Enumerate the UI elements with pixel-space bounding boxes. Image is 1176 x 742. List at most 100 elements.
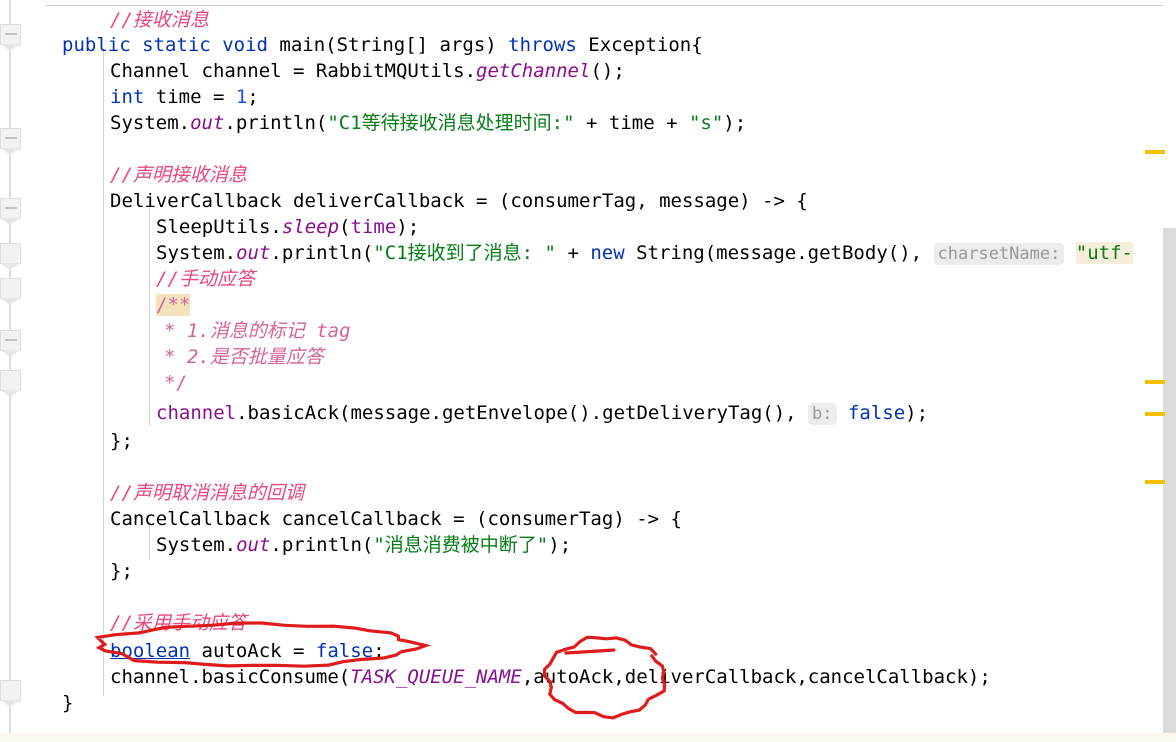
code-token-kw: false — [847, 402, 906, 424]
code-token-txt: + time + — [574, 112, 689, 134]
code-token-statf: TASK_QUEUE_NAME — [350, 666, 522, 688]
fold-marker-7[interactable] — [0, 680, 21, 707]
code-token-txt: ); — [548, 534, 572, 556]
code-line[interactable]: System.out.println("C1接收到了消息: " + new St… — [156, 241, 1133, 267]
code-token-txt: .println( — [270, 534, 374, 556]
code-token-cmt: //采用手动应答 — [110, 612, 247, 634]
code-line[interactable]: }; — [110, 559, 133, 585]
code-folding-gutter[interactable] — [0, 0, 24, 742]
code-line[interactable]: * 1.消息的标记 tag — [164, 319, 351, 345]
code-token-txt: String(message.getBody(), — [624, 242, 934, 264]
fold-marker-6[interactable] — [0, 370, 21, 397]
code-token-str: "消息消费被中断了" — [373, 534, 549, 556]
code-line[interactable]: //手动应答 — [156, 267, 255, 293]
code-token-txt: ,autoAck,deliverCallback,cancelCallback)… — [521, 666, 991, 688]
code-line[interactable]: //接收消息 — [110, 8, 209, 34]
code-content[interactable]: //接收消息 public static void main(String[] a… — [46, 6, 1163, 736]
scrollbar-warning-marker-2[interactable] — [1145, 412, 1165, 416]
code-line[interactable]: } — [62, 691, 73, 717]
code-line[interactable]: channel.basicAck(message.getEnvelope().g… — [156, 401, 928, 427]
code-token-stat: getChannel — [476, 60, 591, 82]
code-line[interactable]: System.out.println("C1等待接收消息处理时间:" + tim… — [110, 111, 746, 137]
code-token-txt: DeliverCallback deliverCallback = (consu… — [110, 190, 808, 212]
code-line[interactable]: }; — [110, 429, 133, 455]
code-line[interactable]: * 2.是否批量应答 — [164, 345, 324, 371]
fold-marker-5[interactable] — [0, 330, 21, 357]
code-token-stat: out — [236, 534, 271, 556]
indent-guide-0 — [103, 48, 104, 696]
code-token-txt: + — [556, 242, 591, 264]
code-line[interactable]: System.out.println("消息消费被中断了"); — [156, 533, 571, 559]
code-token-kw: public — [62, 34, 131, 56]
code-token-kw: int — [110, 86, 145, 108]
fold-minus-icon — [5, 339, 17, 341]
code-token-txt: channel.basicConsume( — [110, 666, 351, 688]
scrollbar-warning-marker-0[interactable] — [1145, 150, 1165, 154]
code-token-txt: }; — [110, 430, 133, 452]
code-token-txt: ( — [339, 216, 351, 238]
scrollbar-warning-marker-1[interactable] — [1145, 380, 1165, 384]
code-token-stat: out — [236, 242, 271, 264]
code-editor[interactable]: //接收消息 public static void main(String[] a… — [0, 0, 1176, 742]
code-token-field: time — [350, 216, 397, 238]
code-line[interactable]: CancelCallback cancelCallback = (consume… — [110, 507, 682, 533]
parameter-hint: b: — [808, 403, 837, 425]
code-token-num: 1 — [235, 86, 248, 108]
code-token-txt: System. — [110, 112, 191, 134]
code-token-txt: System. — [156, 534, 237, 556]
fold-marker-4[interactable] — [0, 278, 21, 305]
code-token-txt: } — [62, 692, 74, 714]
code-token-docp: */ — [164, 372, 187, 394]
code-token-kw: new — [590, 242, 625, 264]
code-token-docp: * — [164, 320, 187, 342]
code-token-txt: (); — [590, 60, 625, 82]
code-line[interactable]: Channel channel = RabbitMQUtils.getChann… — [110, 59, 625, 85]
fold-marker-1[interactable] — [0, 128, 21, 155]
code-token-kw: static — [142, 34, 211, 56]
code-line[interactable]: //声明接收消息 — [110, 163, 247, 189]
code-token-txt: ); — [723, 112, 747, 134]
javadoc-open-highlighted: /** — [156, 294, 191, 316]
editor-bottom-strip — [0, 733, 1176, 742]
code-line[interactable]: //采用手动应答 — [110, 611, 247, 637]
code-token-txt: main(String[] args) — [267, 34, 509, 56]
code-line[interactable]: int time = 1; — [110, 85, 259, 111]
code-token-txt: SleepUtils. — [156, 216, 282, 238]
code-token-kw: void — [222, 34, 268, 56]
code-token-txt: Exception{ — [576, 34, 703, 56]
scrollbar-warning-marker-3[interactable] — [1145, 480, 1165, 484]
code-token-cmt: //声明接收消息 — [110, 164, 247, 186]
code-token-doc: 1.消息的标记 tag — [186, 320, 351, 342]
code-token-str: "C1接收到了消息: " — [373, 242, 556, 264]
fold-marker-0[interactable] — [0, 24, 21, 51]
code-token-txt: .basicAck(message.getEnvelope().getDeliv… — [236, 402, 809, 424]
fold-marker-3[interactable] — [0, 243, 21, 270]
code-token-txt: time = — [144, 86, 236, 108]
code-line[interactable]: SleepUtils.sleep(time); — [156, 215, 419, 241]
code-token-txt: ); — [905, 402, 929, 424]
code-token-txt: ; — [247, 86, 259, 108]
fold-minus-icon — [5, 137, 17, 139]
code-token-docp: * — [164, 346, 187, 368]
parameter-hint: charsetName: — [933, 243, 1065, 265]
code-token-cmt: //声明取消消息的回调 — [110, 482, 304, 504]
indent-guide-1 — [149, 204, 150, 426]
code-line[interactable]: //声明取消消息的回调 — [110, 481, 304, 507]
code-line[interactable]: DeliverCallback deliverCallback = (consu… — [110, 189, 808, 215]
code-token-cmt: //手动应答 — [156, 268, 255, 290]
code-line[interactable]: boolean autoAck = false; — [110, 639, 385, 665]
code-line[interactable]: channel.basicConsume(TASK_QUEUE_NAME,aut… — [110, 665, 991, 691]
code-line[interactable]: */ — [164, 371, 187, 397]
fold-marker-2[interactable] — [0, 198, 21, 225]
code-token-txt: CancelCallback cancelCallback = (consume… — [110, 508, 682, 530]
code-token-txt: Channel channel = RabbitMQUtils. — [110, 60, 477, 82]
code-line[interactable]: public static void main(String[] args) t… — [62, 33, 703, 59]
code-token-cmt: //接收消息 — [110, 9, 209, 31]
code-line[interactable]: /** — [156, 293, 191, 319]
string-literal-highlighted: "utf- — [1075, 242, 1133, 264]
code-token-txt: .println( — [224, 112, 328, 134]
